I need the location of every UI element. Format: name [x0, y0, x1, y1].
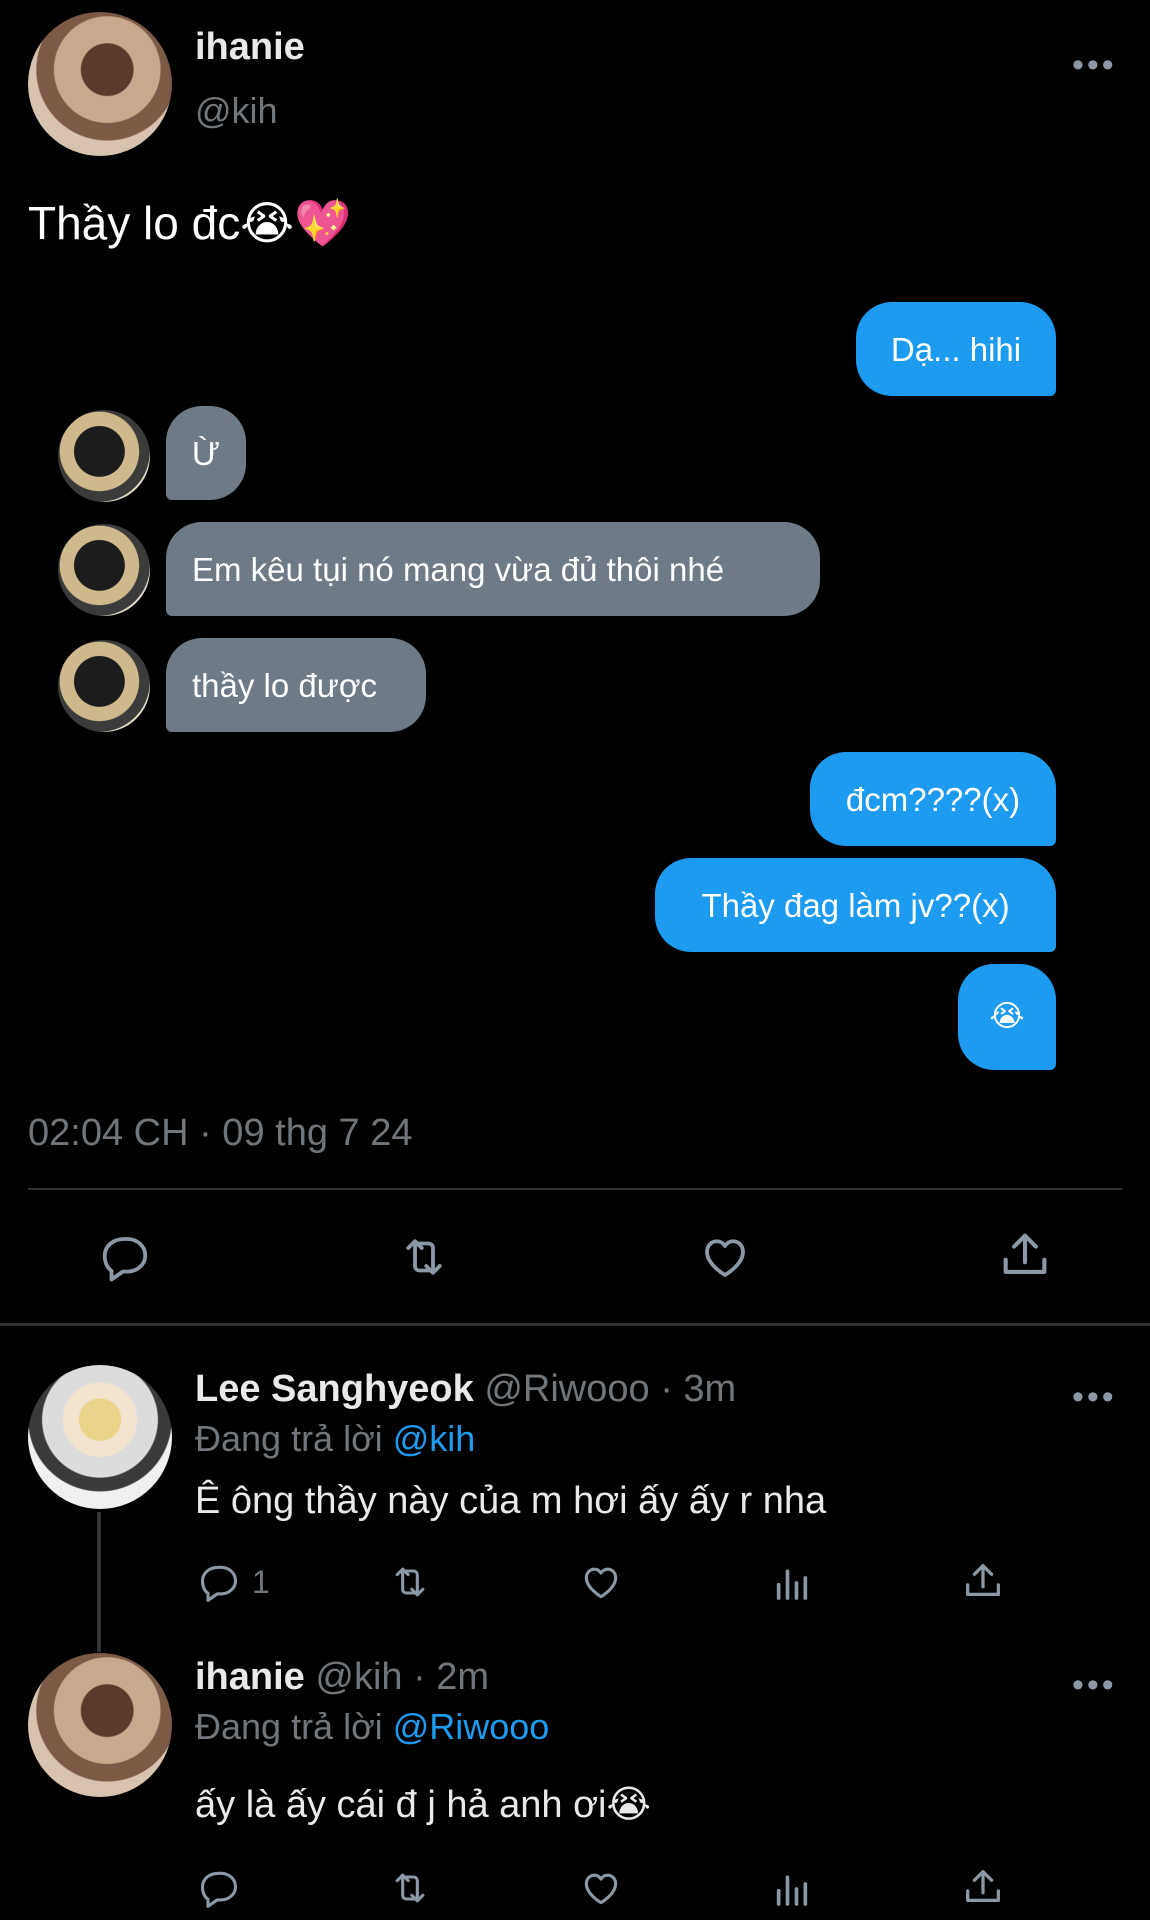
retweet-icon	[395, 1873, 425, 1903]
views-icon	[776, 1875, 808, 1906]
like-button[interactable]	[696, 1230, 754, 1284]
avatar[interactable]	[28, 1365, 172, 1509]
like-button[interactable]	[578, 1560, 624, 1604]
avatar[interactable]	[28, 1653, 172, 1797]
views-button[interactable]	[772, 1562, 812, 1604]
reply-icon	[200, 1565, 238, 1602]
message-text: thầy lo được	[192, 666, 377, 704]
share-button[interactable]	[996, 1226, 1054, 1284]
replying-label: Đang trả lời	[195, 1418, 383, 1459]
replying-to: Đang trả lời @Riwooo	[195, 1706, 549, 1748]
retweet-button[interactable]	[384, 1866, 436, 1910]
reply-count: 1	[252, 1563, 270, 1600]
tweet-timestamp[interactable]: 02:04 CH · 09 thg 7 24	[28, 1112, 412, 1155]
sender-avatar	[58, 524, 150, 616]
replying-to: Đang trả lời @kih	[195, 1418, 475, 1460]
divider	[28, 1188, 1122, 1190]
retweet-button[interactable]	[392, 1230, 456, 1284]
retweet-icon	[395, 1567, 425, 1597]
message-bubble-sent: Dạ... hihi	[856, 302, 1056, 396]
avatar[interactable]	[28, 12, 172, 156]
replying-label: Đang trả lời	[195, 1706, 383, 1747]
message-bubble-received: Ừ	[166, 406, 246, 500]
reply-icon	[102, 1237, 148, 1282]
share-button[interactable]	[960, 1558, 1006, 1604]
message-bubble-received: Em kêu tụi nó mang vừa đủ thôi nhé	[166, 522, 820, 616]
mention-link[interactable]: @Riwooo	[393, 1706, 550, 1747]
heart-icon	[584, 1567, 618, 1599]
message-bubble-sent: Thầy đag làm jv??(x)	[655, 858, 1056, 952]
share-icon	[966, 1870, 1000, 1903]
message-bubble-sent: 😭	[958, 964, 1056, 1070]
author-handle-time[interactable]: @kih · 2m	[315, 1656, 489, 1698]
reply-button[interactable]	[196, 1866, 242, 1910]
message-bubble-received: thầy lo được	[166, 638, 426, 732]
reply-text: Ê ông thầy này của m hơi ấy ấy r nha	[195, 1480, 827, 1522]
message-bubble-sent: đcm????(x)	[810, 752, 1056, 846]
share-icon	[966, 1564, 1000, 1597]
section-divider	[0, 1323, 1150, 1326]
more-icon[interactable]: •••	[1072, 48, 1117, 82]
sender-avatar	[58, 410, 150, 502]
share-button[interactable]	[960, 1864, 1006, 1910]
tweet-text: Thầy lo đc😭💖	[28, 197, 352, 249]
message-text: Ừ	[191, 434, 221, 472]
author-handle[interactable]: @kih	[195, 90, 278, 132]
views-button[interactable]	[772, 1868, 812, 1910]
author-name[interactable]: ihanie	[195, 1656, 305, 1698]
reply-button[interactable]	[96, 1230, 154, 1284]
message-text: Thầy đag làm jv??(x)	[701, 886, 1010, 924]
retweet-button[interactable]	[384, 1560, 436, 1604]
views-icon	[776, 1569, 808, 1600]
share-icon	[1003, 1233, 1047, 1274]
reply-header: ihanie @kih · 2m	[195, 1656, 489, 1699]
retweet-icon	[406, 1239, 442, 1275]
reply-icon	[200, 1871, 238, 1908]
sender-avatar	[58, 640, 150, 732]
message-text: đcm????(x)	[845, 780, 1021, 818]
author-handle-time[interactable]: @Riwooo · 3m	[484, 1368, 736, 1410]
author-name[interactable]: ihanie	[195, 26, 305, 69]
message-emoji: 😭	[989, 1000, 1025, 1033]
more-icon[interactable]: •••	[1072, 1668, 1117, 1702]
reply-header: Lee Sanghyeok @Riwooo · 3m	[195, 1368, 736, 1411]
message-text: Dạ... hihi	[890, 330, 1022, 368]
heart-icon	[584, 1873, 618, 1905]
thread-line	[97, 1512, 101, 1652]
mention-link[interactable]: @kih	[393, 1418, 476, 1459]
author-name[interactable]: Lee Sanghyeok	[195, 1368, 474, 1410]
message-text: Em kêu tụi nó mang vừa đủ thôi nhé	[192, 550, 725, 588]
like-button[interactable]	[578, 1866, 624, 1910]
heart-icon	[705, 1239, 745, 1277]
more-icon[interactable]: •••	[1072, 1380, 1117, 1414]
reply-button[interactable]: 1	[196, 1560, 270, 1604]
reply-text: ấy là ấy cái đ j hả anh ơi😭	[195, 1784, 651, 1826]
